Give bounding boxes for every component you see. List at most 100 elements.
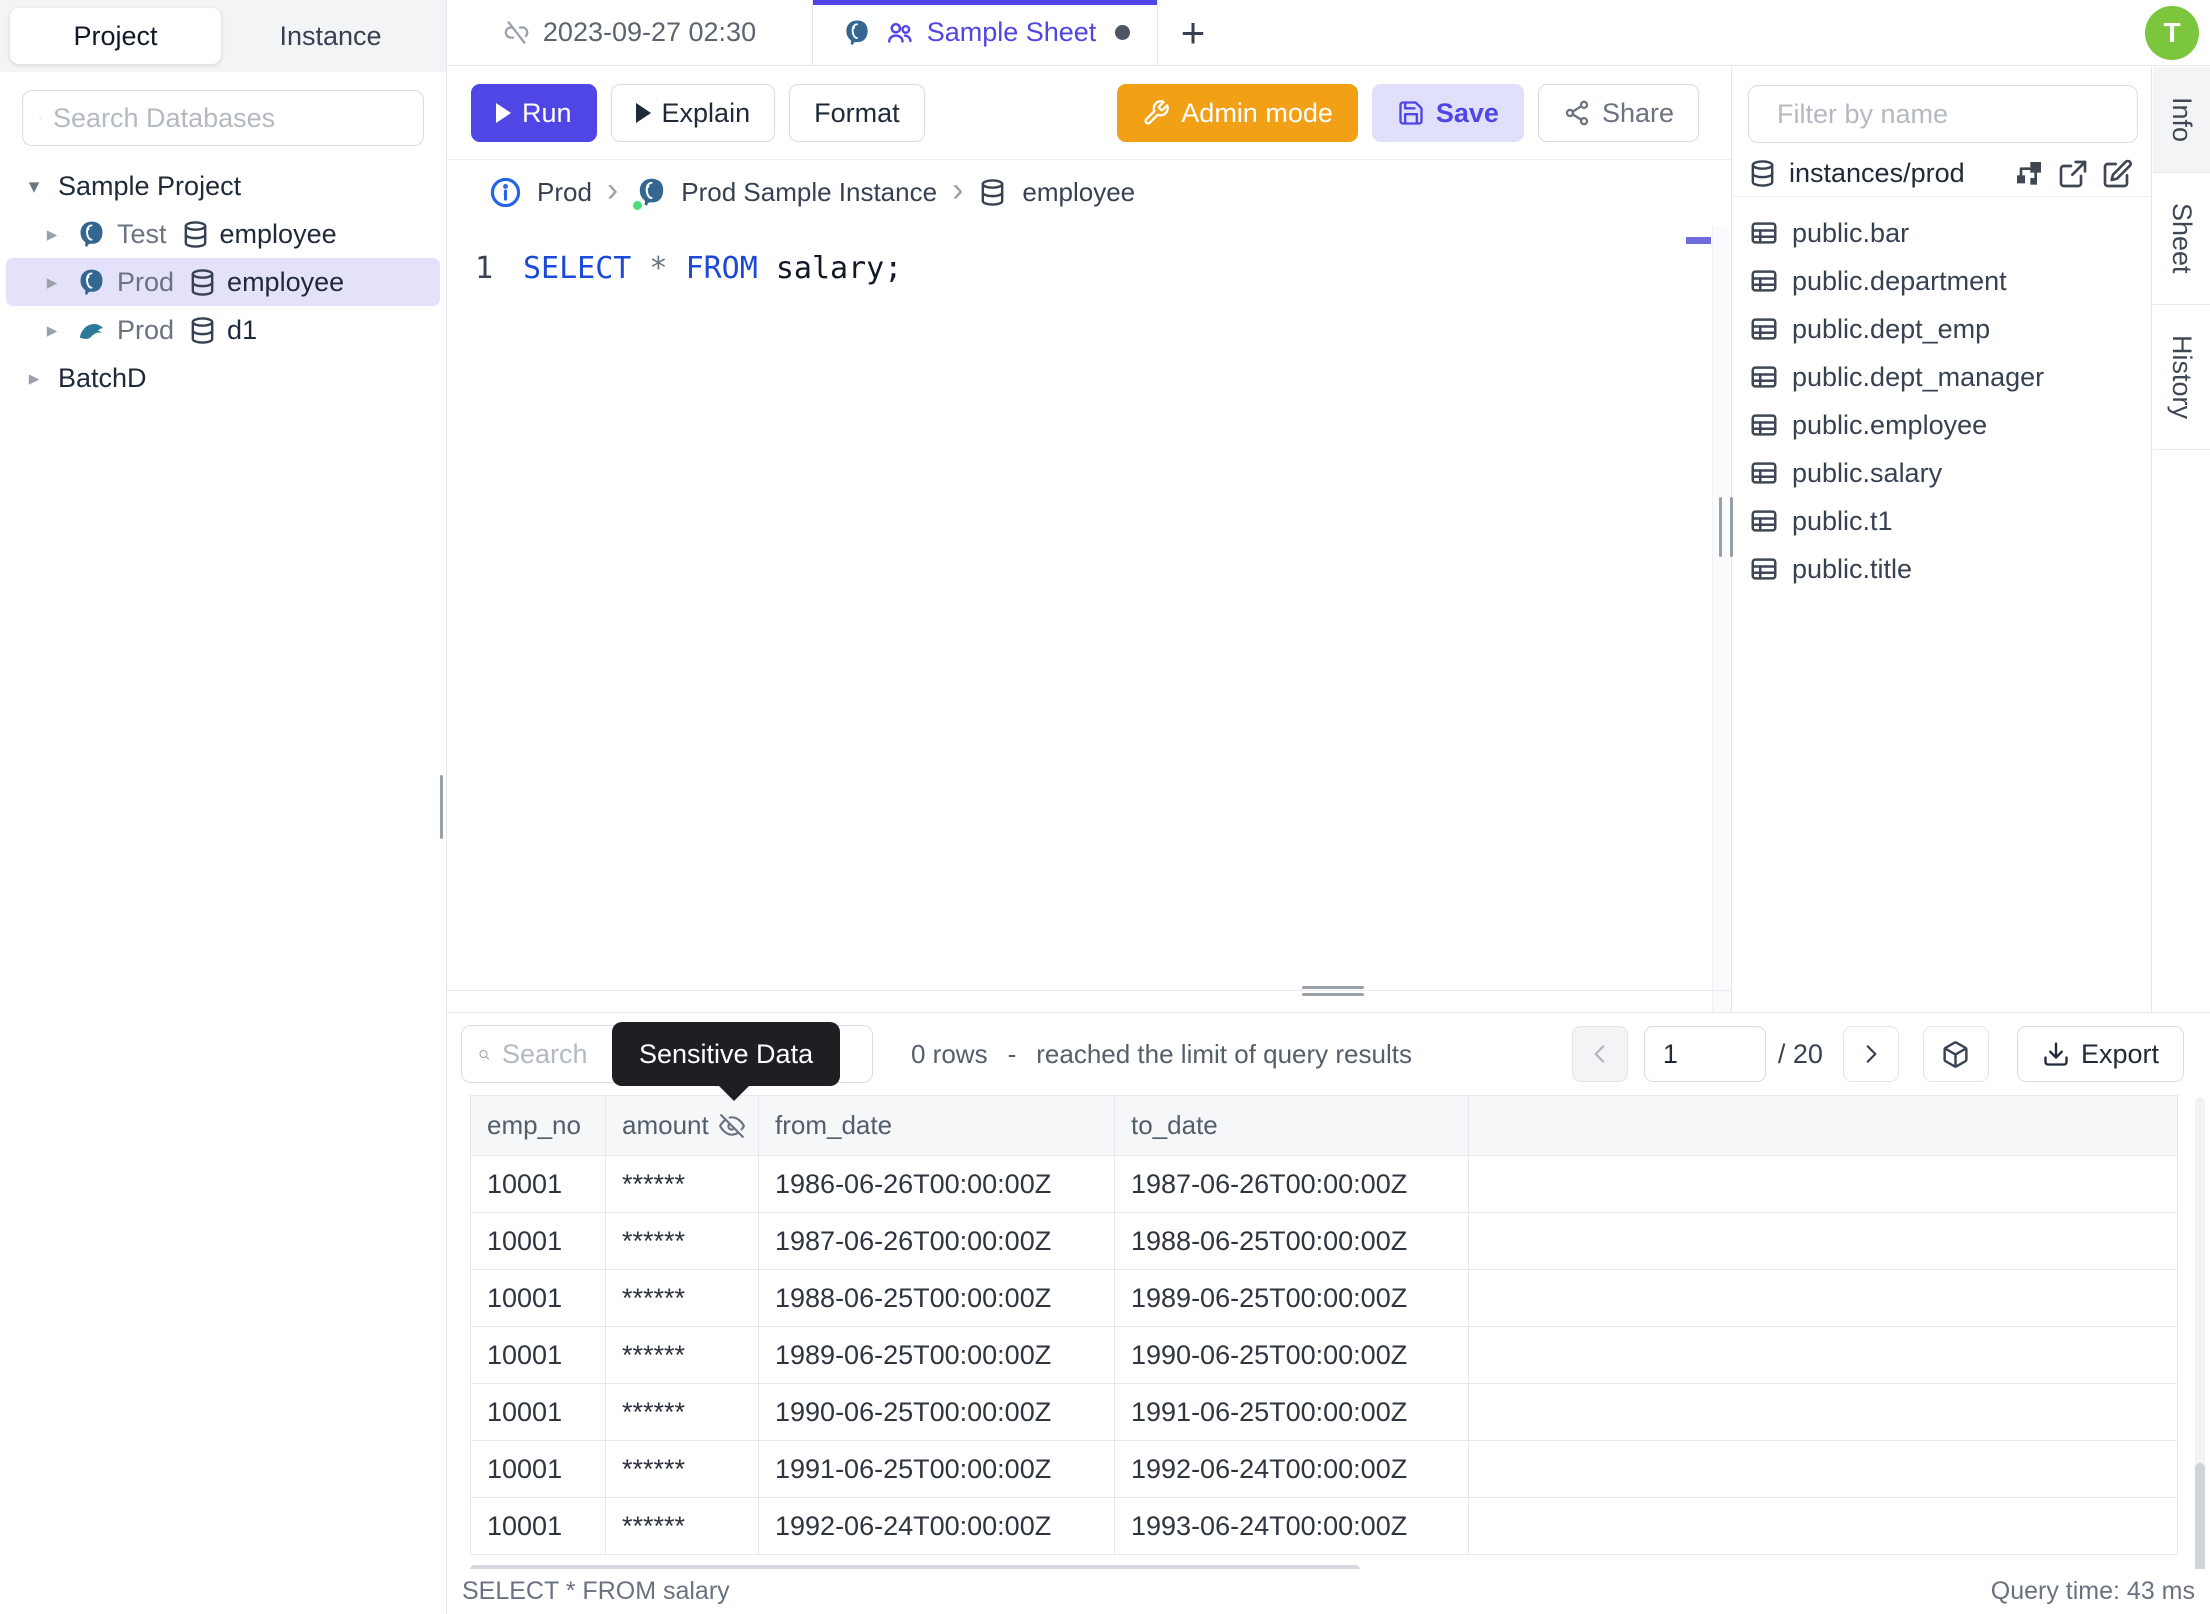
external-link-icon[interactable] — [2057, 158, 2089, 190]
tab-project[interactable]: Project — [10, 8, 221, 64]
table-cell[interactable]: 1989-06-25T00:00:00Z — [758, 1326, 1115, 1384]
new-tab-button[interactable]: + — [1158, 0, 1228, 65]
panel-resize-handle[interactable] — [1719, 497, 1733, 557]
visualization-button[interactable] — [1922, 1026, 1989, 1082]
tree-item-test-employee[interactable]: ▸ Test employee — [6, 210, 440, 258]
table-cell[interactable]: 1992-06-24T00:00:00Z — [1114, 1440, 1469, 1498]
filter-by-name-input[interactable] — [1777, 98, 2131, 130]
tree-item-batchd[interactable]: ▸ BatchD — [0, 354, 446, 402]
table-cell[interactable]: ****** — [605, 1212, 759, 1270]
vertical-scrollbar[interactable] — [2195, 1097, 2205, 1575]
save-button[interactable]: Save — [1371, 84, 1524, 142]
tree-item-sample-project[interactable]: ▾ Sample Project — [0, 162, 446, 210]
table-list-item[interactable]: public.dept_manager — [1733, 353, 2151, 401]
table-cell[interactable]: 10001 — [470, 1326, 606, 1384]
table-cell[interactable]: 1992-06-24T00:00:00Z — [758, 1497, 1115, 1555]
table-cell[interactable]: ****** — [605, 1326, 759, 1384]
table-cell[interactable]: 1991-06-25T00:00:00Z — [758, 1440, 1115, 1498]
save-label: Save — [1435, 97, 1499, 128]
project-label: BatchD — [58, 362, 147, 393]
database-icon — [982, 179, 1004, 206]
tab-sample-sheet-active[interactable]: Sample Sheet — [813, 0, 1158, 65]
tab-label: Sample Sheet — [926, 17, 1097, 47]
table-list-item[interactable]: public.employee — [1733, 401, 2151, 449]
environment-label: Prod — [117, 314, 175, 345]
table-row[interactable]: 10001 ****** 1992-06-24T00:00:00Z 1993-06-2… — [470, 1497, 2178, 1555]
table-cell[interactable]: 1993-06-24T00:00:00Z — [1114, 1497, 1469, 1555]
table-cell[interactable]: ****** — [605, 1383, 759, 1441]
tree-item-prod-employee-selected[interactable]: ▸ Prod employee — [6, 258, 440, 306]
column-header-to_date[interactable]: to_date — [1114, 1095, 1469, 1156]
table-list-item[interactable]: public.t1 — [1733, 497, 2151, 545]
side-tab-history[interactable]: History — [2153, 305, 2210, 450]
table-cell[interactable]: 1990-06-25T00:00:00Z — [758, 1383, 1115, 1441]
tooltip-label: Sensitive Data — [639, 1038, 814, 1069]
admin-mode-button[interactable]: Admin mode — [1117, 84, 1358, 142]
table-cell[interactable]: ****** — [605, 1497, 759, 1555]
table-row[interactable]: 10001 ****** 1991-06-25T00:00:00Z 1992-06-2… — [470, 1440, 2178, 1498]
table-cell[interactable]: 1988-06-25T00:00:00Z — [758, 1269, 1115, 1327]
table-cell[interactable]: 10001 — [470, 1155, 606, 1213]
side-tab-sheet[interactable]: Sheet — [2153, 173, 2210, 305]
column-header-filler — [1468, 1095, 2178, 1156]
sql-editor-line[interactable]: 1 SELECT * FROM salary; — [447, 251, 1731, 286]
table-cell[interactable]: ****** — [605, 1269, 759, 1327]
database-icon — [1751, 160, 1774, 187]
table-list-item[interactable]: public.salary — [1733, 449, 2151, 497]
next-page-button[interactable] — [1842, 1026, 1899, 1082]
table-cell[interactable]: ****** — [605, 1155, 759, 1213]
table-cell[interactable]: 1987-06-26T00:00:00Z — [758, 1212, 1115, 1270]
table-list-item[interactable]: public.title — [1733, 545, 2151, 593]
environment-label: Prod — [117, 266, 175, 297]
table-row[interactable]: 10001 ****** 1988-06-25T00:00:00Z 1989-06-2… — [470, 1269, 2178, 1327]
column-header-from_date[interactable]: from_date — [758, 1095, 1115, 1156]
search-databases-input[interactable] — [53, 102, 407, 134]
table-cell[interactable]: 10001 — [470, 1212, 606, 1270]
run-button[interactable]: Run — [471, 84, 597, 142]
table-cell[interactable]: 1987-06-26T00:00:00Z — [1114, 1155, 1469, 1213]
explain-button[interactable]: Explain — [610, 84, 776, 142]
tab-unsaved-sheet[interactable]: 2023-09-27 02:30 — [447, 0, 813, 65]
table-row[interactable]: 10001 ****** 1989-06-25T00:00:00Z 1990-06-2… — [470, 1326, 2178, 1384]
column-header-emp_no[interactable]: emp_no — [470, 1095, 606, 1156]
table-cell[interactable]: 1986-06-26T00:00:00Z — [758, 1155, 1115, 1213]
table-cell[interactable]: 1988-06-25T00:00:00Z — [1114, 1212, 1469, 1270]
table-row[interactable]: 10001 ****** 1986-06-26T00:00:00Z 1987-06-2… — [470, 1155, 2178, 1213]
results-status-bar: SELECT * FROM salary Query time: 43 ms — [447, 1569, 2210, 1614]
scrollbar-thumb[interactable] — [2195, 1463, 2205, 1573]
info-icon[interactable] — [489, 176, 522, 209]
table-cell[interactable]: 10001 — [470, 1497, 606, 1555]
database-icon — [191, 268, 214, 296]
table-cell[interactable]: ****** — [605, 1440, 759, 1498]
export-button[interactable]: Export — [2016, 1026, 2184, 1082]
prev-page-button[interactable] — [1571, 1026, 1628, 1082]
table-list-item[interactable]: public.department — [1733, 257, 2151, 305]
table-list-item[interactable]: public.dept_emp — [1733, 305, 2151, 353]
results-resize-handle[interactable] — [1302, 986, 1364, 996]
schema-diagram-icon[interactable] — [2013, 158, 2045, 190]
format-button[interactable]: Format — [789, 84, 925, 142]
tab-instance[interactable]: Instance — [225, 8, 436, 64]
page-number-input[interactable] — [1643, 1026, 1766, 1082]
table-cell[interactable]: 1989-06-25T00:00:00Z — [1114, 1269, 1469, 1327]
breadcrumb: Prod › Prod Sample Instance › employee — [447, 160, 1731, 225]
table-cell[interactable]: 1990-06-25T00:00:00Z — [1114, 1326, 1469, 1384]
breadcrumb-environment[interactable]: Prod — [537, 177, 592, 208]
user-avatar[interactable]: T — [2145, 5, 2199, 60]
breadcrumb-instance[interactable]: Prod Sample Instance — [681, 177, 937, 208]
table-cell[interactable]: 10001 — [470, 1269, 606, 1327]
table-list-item[interactable]: public.bar — [1733, 209, 2151, 257]
table-row[interactable]: 10001 ****** 1990-06-25T00:00:00Z 1991-06-2… — [470, 1383, 2178, 1441]
share-button[interactable]: Share — [1537, 84, 1699, 142]
editor-scroll-gutter[interactable] — [1712, 226, 1731, 1012]
breadcrumb-database[interactable]: employee — [1022, 177, 1135, 208]
table-cell[interactable]: 10001 — [470, 1440, 606, 1498]
tree-item-prod-d1[interactable]: ▸ Prod d1 — [6, 306, 440, 354]
table-row[interactable]: 10001 ****** 1987-06-26T00:00:00Z 1988-06-2… — [470, 1212, 2178, 1270]
side-tab-info[interactable]: Info — [2153, 67, 2210, 174]
eye-off-icon — [718, 1113, 745, 1138]
table-cell[interactable]: 10001 — [470, 1383, 606, 1441]
table-cell[interactable]: 1991-06-25T00:00:00Z — [1114, 1383, 1469, 1441]
column-header-amount[interactable]: amount — [605, 1095, 759, 1156]
edit-icon[interactable] — [2101, 158, 2133, 190]
